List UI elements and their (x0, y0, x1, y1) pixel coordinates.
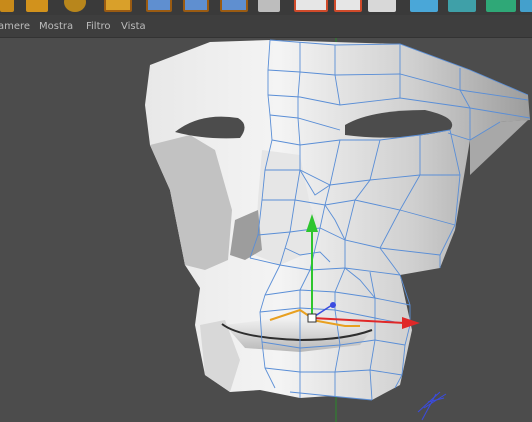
menu-display[interactable]: Mostra (39, 21, 73, 33)
menu-filter[interactable]: Filtro (86, 21, 111, 33)
toolbar (0, 0, 532, 15)
menu-view[interactable]: Vista (121, 21, 146, 33)
face-mesh[interactable] (145, 40, 530, 400)
render-settings-icon[interactable] (368, 0, 396, 12)
cube-primitive-icon[interactable] (410, 0, 438, 12)
generator-icon[interactable] (448, 0, 476, 12)
lock-z-axis-icon[interactable] (183, 0, 209, 12)
3d-viewport[interactable] (0, 38, 532, 422)
world-axis-indicator (417, 391, 447, 421)
lock-x-axis-icon[interactable] (104, 0, 132, 12)
render-view-icon[interactable] (294, 0, 328, 12)
lock-y-axis-icon[interactable] (146, 0, 172, 12)
gizmo-center-handle[interactable] (307, 313, 317, 323)
move-icon[interactable] (0, 0, 14, 12)
gizmo-z-handle[interactable] (330, 302, 336, 308)
render-picture-viewer-icon[interactable] (334, 0, 362, 12)
tool-icon[interactable] (520, 0, 532, 12)
undo-icon[interactable] (64, 0, 86, 12)
viewport-menu-bar: amere Mostra Filtro Vista (0, 15, 532, 38)
deformer-icon[interactable] (486, 0, 516, 12)
arrow-right-icon[interactable] (258, 0, 280, 12)
viewport-canvas[interactable] (0, 38, 532, 422)
menu-cameras[interactable]: amere (0, 21, 30, 33)
rotate-icon[interactable] (26, 0, 48, 12)
coordinate-system-icon[interactable] (220, 0, 248, 12)
